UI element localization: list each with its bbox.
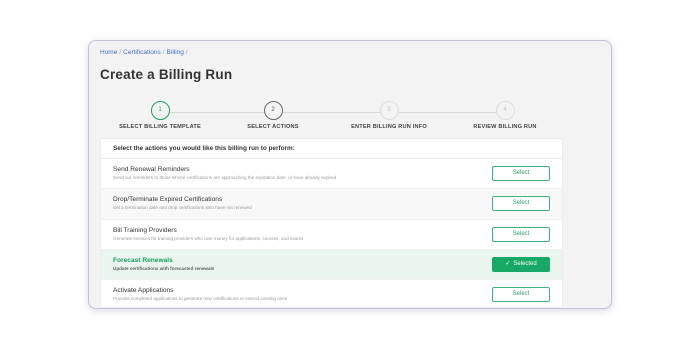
action-row-drop-terminate: Drop/Terminate Expired Certifications Se… (101, 189, 562, 220)
breadcrumb-certifications[interactable]: Certifications (123, 49, 161, 56)
actions-panel: Select the actions you would like this b… (100, 138, 563, 308)
action-title: Forecast Renewals (113, 256, 173, 264)
select-bill-training-providers-button[interactable]: Select (492, 226, 550, 242)
action-description: Generate invoices for training providers… (113, 235, 304, 241)
action-row-send-renewal-reminders: Send Renewal Reminders Send out reminder… (101, 159, 562, 190)
forecast-renewals-selected-button[interactable]: ✓ Selected (492, 256, 550, 272)
step-2-label: SELECT ACTIONS (247, 124, 299, 130)
select-drop-terminate-button[interactable]: Select (492, 196, 550, 212)
action-description: Update certifications with forecasted re… (113, 265, 215, 271)
step-2-indicator: 2 (263, 101, 283, 120)
breadcrumb-separator: / (185, 49, 188, 56)
select-send-renewal-reminders-button[interactable]: Select (492, 166, 550, 181)
breadcrumb-separator: / (119, 49, 122, 56)
action-title: Send Renewal Reminders (113, 166, 190, 173)
check-icon: ✓ (505, 260, 511, 267)
step-3-label: ENTER BILLING RUN INFO (351, 124, 427, 130)
actions-panel-heading: Select the actions you would like this b… (101, 139, 562, 159)
action-title: Drop/Terminate Expired Certifications (113, 196, 223, 204)
action-row-forecast-renewals: Forecast Renewals Update certifications … (101, 249, 562, 281)
breadcrumb-separator: / (162, 49, 165, 56)
app-window: Home / Certifications / Billing / Create a Bi… (88, 40, 612, 309)
step-1-label: SELECT BILLING TEMPLATE (119, 124, 201, 130)
action-row-bill-training-providers: Bill Training Providers Generate invoice… (101, 220, 562, 250)
action-description: Send out reminders to those whose certif… (113, 175, 337, 180)
wizard-stepper: 1 SELECT BILLING TEMPLATE 2 SELECT ACTIO… (100, 101, 570, 133)
step-1-indicator: 1 (150, 101, 170, 120)
step-review-billing-run: 4 REVIEW BILLING RUN (445, 101, 565, 130)
breadcrumb-billing[interactable]: Billing (167, 49, 184, 56)
action-row-activate-applications: Activate Applications Process completed … (101, 280, 562, 308)
step-3-indicator: 3 (379, 101, 399, 120)
step-select-billing-template: 1 SELECT BILLING TEMPLATE (100, 101, 220, 130)
action-description: Set a termination date and drop certific… (113, 205, 252, 211)
selected-button-label: Selected (513, 260, 537, 267)
step-4-label: REVIEW BILLING RUN (473, 124, 537, 130)
action-description: Process completed applications to genera… (113, 296, 288, 302)
step-select-actions: 2 SELECT ACTIONS (213, 101, 333, 130)
select-activate-applications-button[interactable]: Select (492, 287, 550, 303)
breadcrumb: Home / Certifications / Billing / (100, 49, 190, 56)
breadcrumb-home[interactable]: Home (100, 49, 117, 56)
action-title: Activate Applications (113, 287, 174, 295)
action-title: Bill Training Providers (113, 226, 177, 234)
step-enter-billing-run-info: 3 ENTER BILLING RUN INFO (329, 101, 449, 130)
step-4-indicator: 4 (495, 101, 515, 120)
page-title: Create a Billing Run (100, 67, 233, 82)
